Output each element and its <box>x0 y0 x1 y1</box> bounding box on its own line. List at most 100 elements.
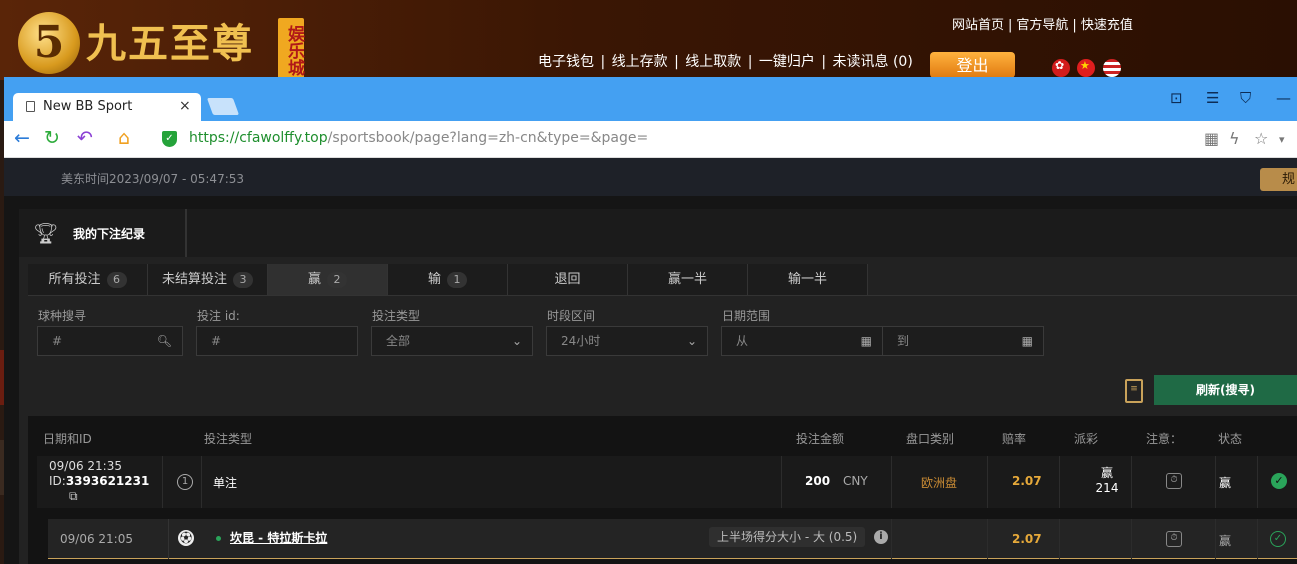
note-icon[interactable]: ⏱ <box>1166 531 1182 547</box>
site-name: 九五至尊 <box>86 20 254 67</box>
cell-divider <box>1059 456 1060 508</box>
cell-divider <box>1059 519 1060 559</box>
cn-flag-icon[interactable] <box>1077 59 1095 77</box>
time-bar: 美东时间2023/09/07 - 05:47:53 规 <box>4 158 1297 196</box>
lightning-icon[interactable]: ϟ <box>1229 129 1240 148</box>
payout-label: 赢 <box>1100 466 1113 480</box>
chevron-down-icon: ⌄ <box>511 334 522 348</box>
home-icon[interactable]: ⌂ <box>118 128 130 148</box>
link-messages[interactable]: 未读讯息 (0) <box>833 54 913 70</box>
url-input[interactable]: https://cfawolffy.top/sportsbook/page?la… <box>189 130 648 146</box>
top-links: 网站首页 | 官方导航 | 快速充值 <box>950 14 1135 33</box>
bet-list: 日期和ID 投注类型 投注金额 盘口类别 赔率 派彩 注意： 状态 09/06 … <box>28 416 1297 564</box>
chevron-down-icon[interactable]: ▾ <box>1279 133 1285 146</box>
tab-refund[interactable]: 退回 <box>508 264 628 295</box>
selection-badge: 上半场得分大小 - 大 (0.5) <box>709 527 866 547</box>
refresh-search-button[interactable]: 刷新(搜寻) <box>1154 375 1297 405</box>
tab-all-bets[interactable]: 所有投注 6 <box>28 264 148 295</box>
bet-type-select[interactable]: 全部 ⌄ <box>371 326 533 356</box>
account-links: 电子钱包 | 线上存款 | 线上取款 | 一键归户 | 未读讯息 (0) <box>538 51 915 71</box>
browser-window: New BB Sport × ⊡ ☰ ⛉ — ← ↻ ↶ ⌂ ✓ https:/… <box>4 77 1297 564</box>
bet-payout: 赢 214 <box>1077 466 1137 496</box>
search-icon[interactable]: 🔍︎ <box>157 327 172 355</box>
new-tab-button[interactable] <box>206 98 240 115</box>
shirt-icon[interactable]: ⛉ <box>1240 89 1251 107</box>
calendar-icon[interactable]: ▦ <box>1022 327 1033 355</box>
tab-won[interactable]: 赢2 <box>268 264 388 295</box>
link-sep: | <box>821 54 827 70</box>
table-row[interactable]: 09/06 21:35 ID:3393621231 ⧉ 1 单注 200 CNY… <box>37 456 1297 508</box>
tab-half-won[interactable]: 赢一半 <box>628 264 748 295</box>
bet-status: 赢 <box>1219 476 1232 490</box>
logout-button[interactable]: 登出 <box>930 52 1015 78</box>
bet-leg-row[interactable]: 09/06 21:05 ⚽︎ 坎昆 - 特拉斯卡拉 上半场得分大小 - 大 (0… <box>48 519 1297 559</box>
us-flag-icon[interactable] <box>1103 59 1121 77</box>
link-wallet[interactable]: 电子钱包 <box>538 54 594 70</box>
bet-id-value: 3393621231 <box>65 474 150 488</box>
link-sep: | <box>747 54 753 70</box>
date-to-input[interactable]: 到 ▦ <box>882 326 1044 356</box>
input-placeholder: 到 <box>897 334 910 348</box>
tab-count: 2 <box>327 272 347 288</box>
link-consolidate[interactable]: 一键归户 <box>759 54 815 70</box>
tab-lost[interactable]: 输1 <box>388 264 508 295</box>
link-withdraw[interactable]: 线上取款 <box>685 54 741 70</box>
leg-date: 09/06 21:05 <box>60 532 133 546</box>
link-sep: | <box>1072 18 1077 33</box>
tab-label: 未结算投注 <box>161 272 227 287</box>
panel-title: 我的下注纪录 <box>73 227 146 241</box>
sport-search-input[interactable]: # 🔍︎ <box>37 326 183 356</box>
rules-button[interactable]: 规 <box>1260 168 1297 191</box>
date-from-input[interactable]: 从 ▦ <box>721 326 883 356</box>
clipboard-icon[interactable]: ≡ <box>1125 379 1143 403</box>
us-eastern-time: 美东时间2023/09/07 - 05:47:53 <box>61 172 245 186</box>
tab-unsettled[interactable]: 未结算投注 3 <box>148 264 268 295</box>
link-recharge[interactable]: 快速充值 <box>1081 18 1133 33</box>
link-sep: | <box>600 54 606 70</box>
check-icon: ✓ <box>1271 473 1287 489</box>
cell-divider <box>201 456 202 508</box>
copy-icon[interactable]: ⧉ <box>49 489 149 504</box>
tab-count-icon[interactable]: ⊡ <box>1170 89 1183 107</box>
match-link[interactable]: 坎昆 - 特拉斯卡拉 <box>230 529 327 546</box>
calendar-icon[interactable]: ▦ <box>861 327 872 355</box>
link-home[interactable]: 网站首页 <box>952 18 1004 33</box>
tab-label: 赢 <box>307 272 321 287</box>
select-value: 24小时 <box>561 334 601 348</box>
minimize-icon[interactable]: — <box>1276 89 1291 107</box>
tab-label: 退回 <box>554 272 581 287</box>
bet-id-prefix: ID: <box>49 474 66 488</box>
divider <box>28 295 1297 296</box>
cell-divider <box>168 519 169 559</box>
bet-id-input[interactable]: # <box>196 326 358 356</box>
back-icon[interactable]: ← <box>14 128 30 148</box>
note-icon[interactable]: ⏱ <box>1166 473 1182 489</box>
trophy-icon: 🏆︎ <box>33 221 59 245</box>
leg-status: 赢 <box>1219 534 1232 548</box>
bet-id: ID:3393621231 <box>49 474 149 489</box>
cell-divider <box>891 456 892 508</box>
site-logo[interactable]: 5 <box>18 12 80 74</box>
bet-history-panel: 🏆︎ 我的下注纪录 所有投注 6 未结算投注 3 赢2 输1 退回 赢一半 输一半 … <box>19 209 1297 564</box>
col-date-id: 日期和ID <box>43 432 92 446</box>
period-label: 时段区间 <box>547 309 596 323</box>
bet-date: 09/06 21:35 <box>49 459 122 473</box>
close-tab-icon[interactable]: × <box>179 98 191 114</box>
hk-flag-icon[interactable] <box>1052 59 1070 77</box>
menu-icon[interactable]: ☰ <box>1206 89 1219 107</box>
browser-tab[interactable]: New BB Sport × <box>13 93 201 121</box>
tab-half-lost[interactable]: 输一半 <box>748 264 868 295</box>
period-select[interactable]: 24小时 ⌄ <box>546 326 708 356</box>
col-bet-type: 投注类型 <box>204 432 253 446</box>
leg-odds: 2.07 <box>1012 532 1042 546</box>
qr-code-icon[interactable]: ▦ <box>1204 129 1219 148</box>
link-nav[interactable]: 官方导航 <box>1016 18 1068 33</box>
star-icon[interactable]: ☆ <box>1254 129 1268 148</box>
shield-icon[interactable]: ✓ <box>162 131 177 147</box>
undo-icon[interactable]: ↶ <box>77 128 93 148</box>
info-icon[interactable]: i <box>874 530 888 544</box>
bet-market: 欧洲盘 <box>921 476 958 490</box>
reload-icon[interactable]: ↻ <box>44 128 60 148</box>
link-deposit[interactable]: 线上存款 <box>612 54 668 70</box>
bet-odds: 2.07 <box>1012 474 1042 488</box>
